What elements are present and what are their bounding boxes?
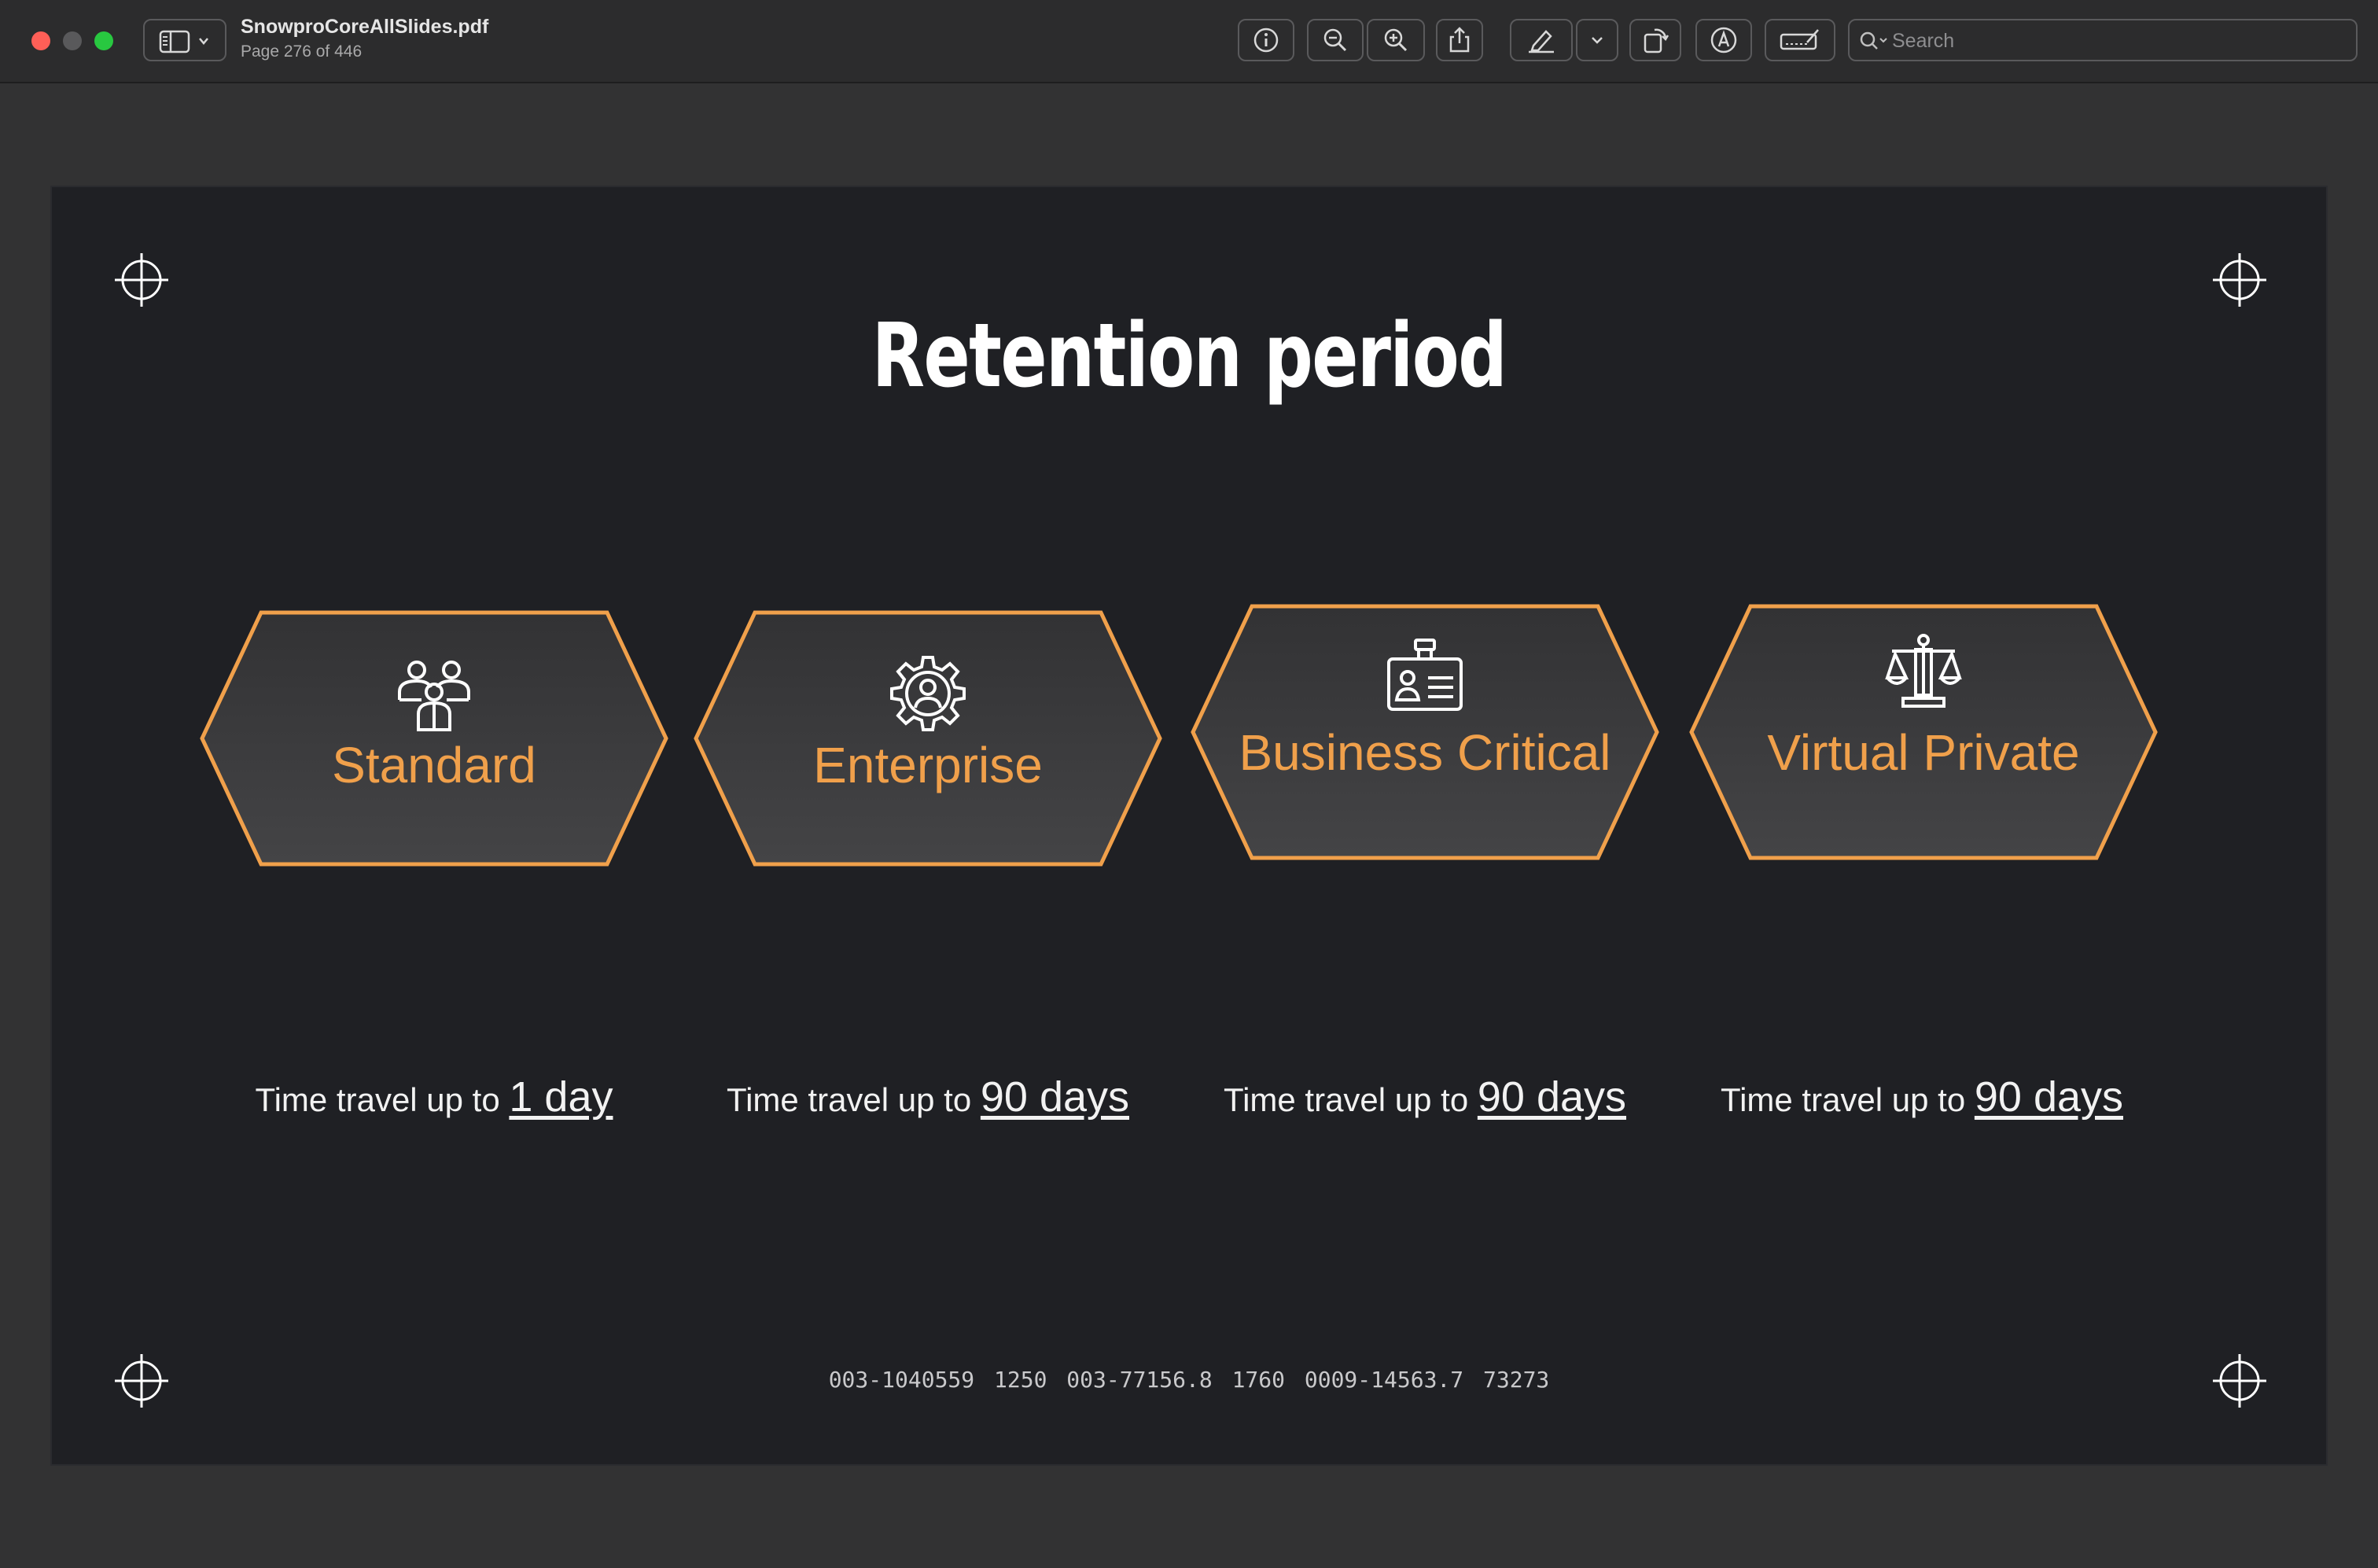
id-badge-icon: [1387, 639, 1463, 711]
edition-card-virtual-private: Virtual Private: [1688, 602, 2159, 862]
edition-name: Standard: [332, 737, 536, 793]
page-indicator: Page 276 of 446: [241, 42, 363, 61]
highlight-pen-icon: [1529, 30, 1554, 53]
info-button[interactable]: [1238, 19, 1294, 61]
edition-caption-enterprise: Time travel up to 90 days: [684, 1073, 1172, 1121]
signature-button[interactable]: [1765, 19, 1835, 61]
caption-prefix: Time travel up to: [1223, 1081, 1469, 1118]
edition-caption-standard: Time travel up to 1 day: [190, 1073, 678, 1121]
pdf-page: Retention period Standard Time travel up…: [50, 186, 2328, 1466]
edition-card-enterprise: Enterprise: [692, 609, 1164, 868]
highlight-options-button[interactable]: [1576, 19, 1618, 61]
edition-name: Virtual Private: [1767, 724, 2080, 781]
close-window-button[interactable]: [31, 31, 50, 50]
caption-value: 90 days: [1477, 1073, 1627, 1121]
search-icon: [1860, 31, 1887, 50]
markup-button[interactable]: [1695, 19, 1752, 61]
search-field[interactable]: [1848, 19, 2358, 61]
edition-name: Enterprise: [813, 737, 1043, 793]
people-icon: [398, 661, 470, 731]
window-titlebar: SnowproCoreAllSlides.pdf Page 276 of 446: [0, 0, 2378, 83]
caption-prefix: Time travel up to: [1720, 1081, 1966, 1118]
caption-value: 90 days: [1974, 1073, 2124, 1121]
scales-icon: [1885, 634, 1962, 708]
edition-card-standard: Standard: [198, 609, 670, 868]
crosshair-icon: [115, 253, 168, 307]
info-icon: [1253, 28, 1279, 53]
highlight-button[interactable]: [1510, 19, 1573, 61]
caption-prefix: Time travel up to: [255, 1081, 500, 1118]
caption-prefix: Time travel up to: [726, 1081, 972, 1118]
zoom-out-icon: [1323, 28, 1347, 52]
edition-caption-business-critical: Time travel up to 90 days: [1181, 1073, 1669, 1121]
slide-title: Retention period: [871, 305, 1507, 407]
signature-icon: [1780, 29, 1819, 50]
footer-code: 003-1040559 1250 003-77156.8 1760 0009-1…: [828, 1367, 1550, 1393]
caption-value: 1 day: [509, 1073, 613, 1121]
gear-person-icon: [890, 656, 966, 731]
zoom-out-button[interactable]: [1307, 19, 1364, 61]
rotate-icon: [1644, 28, 1669, 53]
markup-icon: [1710, 27, 1737, 53]
edition-name: Business Critical: [1239, 724, 1611, 781]
sidebar-icon: [159, 30, 208, 53]
crosshair-icon: [2213, 253, 2266, 307]
edition-caption-virtual-private: Time travel up to 90 days: [1678, 1073, 2166, 1121]
share-button[interactable]: [1436, 19, 1483, 61]
rotate-button[interactable]: [1629, 19, 1681, 61]
share-icon: [1449, 27, 1470, 53]
search-input[interactable]: [1890, 25, 2350, 57]
caption-value: 90 days: [980, 1073, 1130, 1121]
edition-card-business-critical: Business Critical: [1189, 602, 1661, 862]
sidebar-toggle-button[interactable]: [143, 19, 226, 61]
zoom-in-button[interactable]: [1367, 19, 1425, 61]
maximize-window-button[interactable]: [94, 31, 113, 50]
zoom-in-icon: [1384, 28, 1408, 52]
document-title: SnowproCoreAllSlides.pdf: [241, 16, 489, 38]
minimize-window-button[interactable]: [63, 31, 82, 50]
chevron-down-icon: [1592, 37, 1603, 44]
